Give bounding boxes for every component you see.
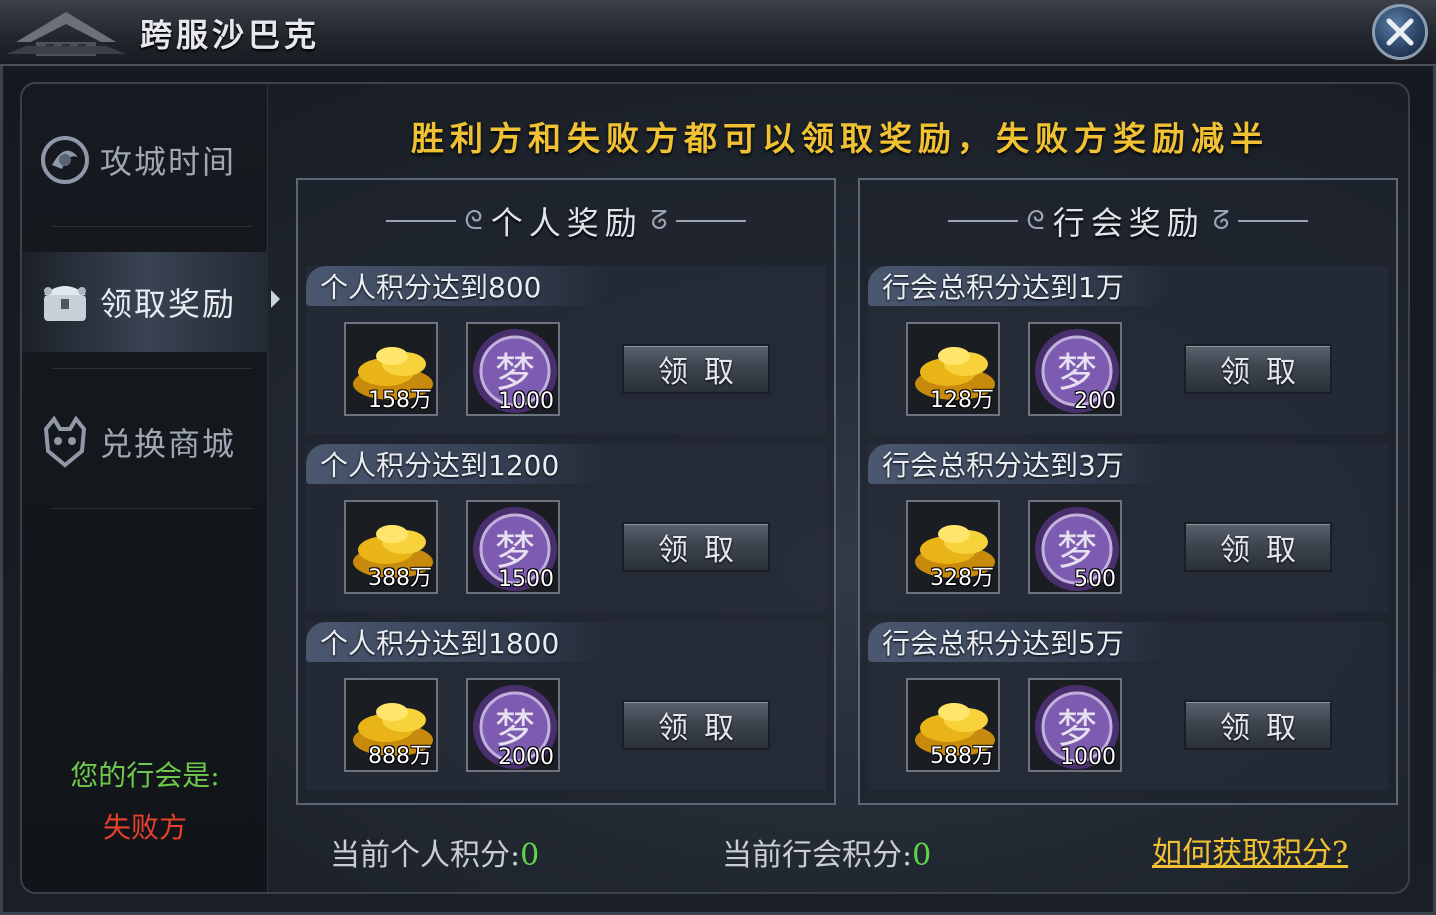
item-quantity: 158万 <box>368 388 432 413</box>
sidebar-item-label: 攻城时间 <box>100 143 237 181</box>
reward-tier: 个人积分达到800 158万 梦 1000 领取 <box>306 266 826 434</box>
close-button[interactable] <box>1372 4 1428 60</box>
panel-header: ᘓ 个人奖励 ᘔ <box>298 198 834 244</box>
item-quantity: 888万 <box>368 744 432 769</box>
guild-side-label: 您的行会是: <box>70 759 220 792</box>
item-quantity: 500 <box>1074 567 1116 592</box>
reward-rule-banner: 胜利方和失败方都可以领取奖励，失败方奖励减半 <box>411 119 1269 158</box>
how-to-earn-link[interactable]: 如何获取积分? <box>1152 828 1348 872</box>
tier-title: 行会总积分达到5万 <box>868 622 1168 662</box>
cloud-ornament-icon: ᘔ <box>1212 205 1230 236</box>
item-quantity: 2000 <box>498 745 554 770</box>
sidebar-item-label: 兑换商城 <box>100 425 237 463</box>
header-divider <box>1237 220 1308 222</box>
title-bar: 跨服沙巴克 <box>0 0 1436 66</box>
tier-title: 个人积分达到1200 <box>306 444 606 484</box>
dream-token-slot[interactable]: 梦 2000 <box>466 678 560 772</box>
claim-button[interactable]: 领取 <box>1184 344 1332 394</box>
dream-token-slot[interactable]: 梦 1500 <box>466 500 560 594</box>
sidebar-divider <box>52 368 252 369</box>
cloud-ornament-icon: ᘓ <box>464 205 483 236</box>
dream-token-slot[interactable]: 梦 1000 <box>466 322 560 416</box>
tier-title: 个人积分达到1800 <box>306 622 606 662</box>
cloud-ornament-icon: ᘔ <box>650 205 668 236</box>
guild-score-label: 当前行会积分: <box>722 838 913 873</box>
gold-reward-slot[interactable]: 158万 <box>344 322 438 416</box>
item-quantity: 1000 <box>498 389 554 414</box>
cloud-ornament-icon: ᘓ <box>1026 205 1045 236</box>
gold-reward-slot[interactable]: 128万 <box>906 322 1000 416</box>
sidebar-divider <box>52 226 252 227</box>
personal-reward-panel: ᘓ 个人奖励 ᘔ 个人积分达到800 158万 梦 1000 领取 个人积分达到… <box>296 178 836 805</box>
claim-button[interactable]: 领取 <box>622 344 770 394</box>
dream-token-slot[interactable]: 梦 500 <box>1028 500 1122 594</box>
sidebar-item-exchange-shop[interactable]: 兑换商城 <box>22 392 268 492</box>
personal-score: 当前个人积分:0 <box>330 830 539 874</box>
dragon-emblem-icon <box>41 136 89 184</box>
guild-side-value: 失败方 <box>102 811 187 844</box>
sidebar-divider <box>52 508 252 509</box>
item-quantity: 200 <box>1074 389 1116 414</box>
item-quantity: 128万 <box>930 388 994 413</box>
claim-button[interactable]: 领取 <box>622 522 770 572</box>
tier-title: 行会总积分达到1万 <box>868 266 1168 306</box>
active-indicator-icon <box>271 290 280 308</box>
reward-tier: 行会总积分达到1万 128万 梦 200 领取 <box>868 266 1388 434</box>
item-quantity: 1000 <box>1060 745 1116 770</box>
item-quantity: 388万 <box>368 566 432 591</box>
item-quantity: 588万 <box>930 744 994 769</box>
gold-reward-slot[interactable]: 388万 <box>344 500 438 594</box>
treasure-chest-icon <box>44 286 86 321</box>
header-divider <box>675 220 746 222</box>
reward-tier: 个人积分达到1800 888万 梦 2000 领取 <box>306 622 826 790</box>
close-icon <box>1386 18 1414 46</box>
reward-tier: 个人积分达到1200 388万 梦 1500 领取 <box>306 444 826 612</box>
personal-score-value: 0 <box>520 838 540 873</box>
claim-button[interactable]: 领取 <box>1184 522 1332 572</box>
guild-reward-panel: ᘓ 行会奖励 ᘔ 行会总积分达到1万 128万 梦 200 领取 行会总积分达到… <box>858 178 1398 805</box>
reward-tier: 行会总积分达到5万 588万 梦 1000 领取 <box>868 622 1388 790</box>
sidebar-item-label: 领取奖励 <box>100 285 237 323</box>
window-title: 跨服沙巴克 <box>140 16 321 54</box>
sidebar-item-claim-rewards[interactable]: 领取奖励 <box>22 252 268 352</box>
item-quantity: 328万 <box>930 566 994 591</box>
gold-reward-slot[interactable]: 588万 <box>906 678 1000 772</box>
dream-token-slot[interactable]: 梦 200 <box>1028 322 1122 416</box>
header-divider <box>386 220 457 222</box>
palace-roof-icon <box>6 12 126 56</box>
guild-score: 当前行会积分:0 <box>722 830 931 874</box>
sidebar-item-siege-time[interactable]: 攻城时间 <box>22 110 268 210</box>
header-divider <box>948 220 1019 222</box>
item-quantity: 1500 <box>498 567 554 592</box>
panel-title: 个人奖励 <box>490 204 643 242</box>
gold-reward-slot[interactable]: 888万 <box>344 678 438 772</box>
claim-button[interactable]: 领取 <box>622 700 770 750</box>
reward-tier: 行会总积分达到3万 328万 梦 500 领取 <box>868 444 1388 612</box>
guild-score-value: 0 <box>912 838 932 873</box>
claim-button[interactable]: 领取 <box>1184 700 1332 750</box>
panel-title: 行会奖励 <box>1052 204 1205 242</box>
tier-title: 个人积分达到800 <box>306 266 606 306</box>
panel-header: ᘓ 行会奖励 ᘔ <box>860 198 1396 244</box>
demon-mask-icon <box>43 415 87 468</box>
tier-title: 行会总积分达到3万 <box>868 444 1168 484</box>
dream-token-slot[interactable]: 梦 1000 <box>1028 678 1122 772</box>
personal-score-label: 当前个人积分: <box>330 838 521 873</box>
gold-reward-slot[interactable]: 328万 <box>906 500 1000 594</box>
